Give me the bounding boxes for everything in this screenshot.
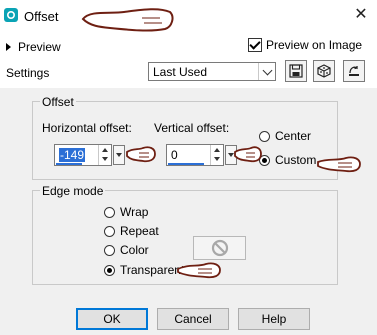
checkbox-box[interactable]	[248, 38, 262, 52]
vertical-offset-value: 0	[171, 148, 178, 162]
help-button[interactable]: Help	[238, 308, 310, 330]
save-preset-icon	[289, 64, 303, 78]
edge-option-wrap[interactable]: Wrap	[104, 205, 148, 219]
app-icon	[4, 8, 18, 22]
settings-dropdown[interactable]: Last Used	[148, 62, 276, 81]
offset-group-label: Offset	[40, 95, 76, 109]
vertical-offset-label: Vertical offset:	[154, 121, 230, 135]
close-icon[interactable]: ✕	[352, 6, 370, 24]
reset-icon	[349, 66, 359, 76]
hand-pointer-icon	[81, 8, 174, 32]
reset-button[interactable]	[343, 60, 365, 82]
edge-option-transparent[interactable]: Transparent	[104, 263, 184, 277]
hand-pointer-icon	[234, 146, 262, 163]
repeat-label: Repeat	[120, 224, 159, 238]
save-preset-button[interactable]	[285, 60, 307, 82]
edge-option-repeat[interactable]: Repeat	[104, 224, 159, 238]
color-label: Color	[120, 243, 149, 257]
color-radio-button[interactable]	[104, 244, 115, 256]
chevron-down-icon[interactable]	[258, 63, 275, 80]
custom-label: Custom	[275, 153, 317, 167]
horizontal-dropdown-button[interactable]	[113, 145, 125, 165]
preview-on-image-checkbox[interactable]: Preview on Image	[248, 38, 362, 52]
cancel-button[interactable]: Cancel	[157, 308, 229, 330]
edge-mode-group-label: Edge mode	[40, 184, 106, 198]
settings-value: Last Used	[153, 65, 208, 79]
disabled-icon	[211, 239, 228, 257]
vertical-focus-underline	[168, 163, 204, 165]
transparent-radio-button[interactable]	[104, 264, 115, 276]
hand-pointer-icon	[317, 156, 361, 173]
hand-pointer-icon	[177, 262, 221, 279]
ok-button[interactable]: OK	[76, 308, 148, 330]
randomize-button[interactable]	[313, 60, 335, 82]
hand-pointer-icon	[126, 146, 156, 163]
repeat-radio-button[interactable]	[104, 225, 115, 237]
wrap-radio-button[interactable]	[104, 206, 115, 218]
center-label: Center	[275, 129, 312, 143]
custom-radio[interactable]: Custom	[259, 153, 316, 167]
randomize-icon	[317, 64, 331, 78]
horizontal-focus-underline	[56, 163, 82, 165]
center-radio[interactable]: Center	[259, 129, 311, 143]
horizontal-spinner[interactable]	[98, 145, 111, 165]
expand-arrow-icon	[6, 43, 11, 51]
wrap-label: Wrap	[120, 205, 149, 219]
edge-color-swatch[interactable]	[193, 236, 246, 260]
vertical-spinner[interactable]	[210, 145, 223, 165]
horizontal-offset-label: Horizontal offset:	[42, 121, 132, 135]
preview-toggle[interactable]: Preview	[6, 40, 61, 54]
edge-option-color[interactable]: Color	[104, 243, 149, 257]
center-radio-button[interactable]	[259, 130, 270, 142]
window-title: Offset	[24, 9, 59, 24]
horizontal-offset-value: -149	[59, 148, 86, 162]
transparent-label: Transparent	[120, 263, 185, 277]
preview-label: Preview	[18, 40, 61, 54]
settings-label: Settings	[6, 66, 50, 80]
preview-on-image-label: Preview on Image	[266, 38, 363, 52]
